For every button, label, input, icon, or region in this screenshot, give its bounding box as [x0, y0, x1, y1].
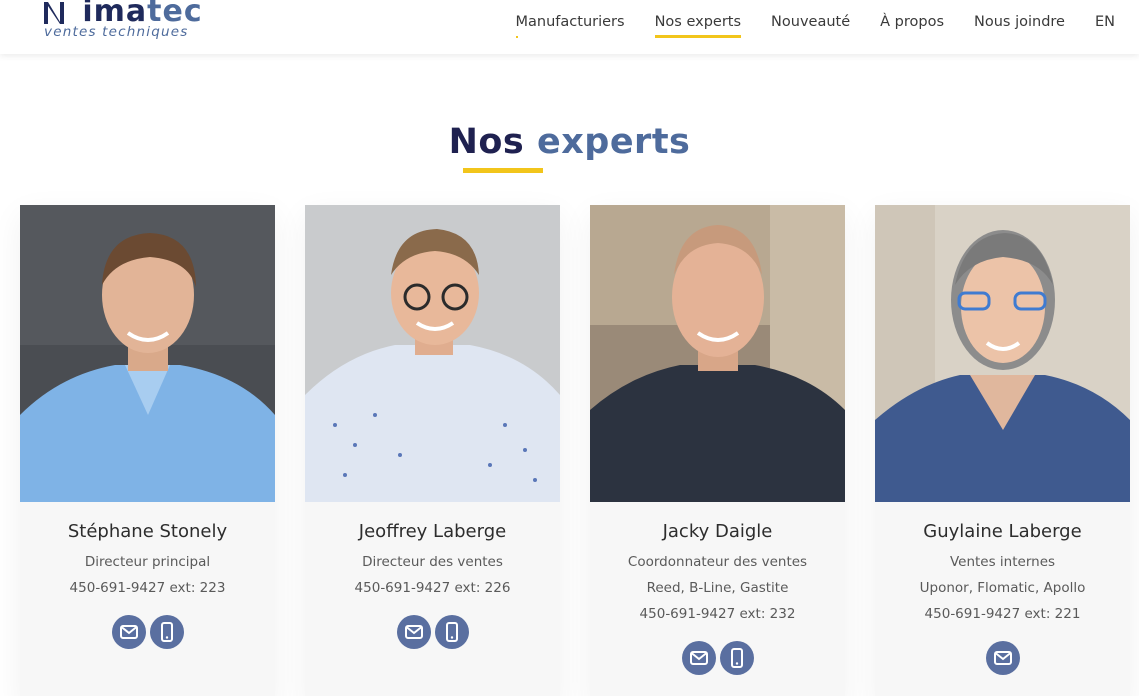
expert-photo — [305, 205, 560, 502]
expert-brands: Reed, B-Line, Gastite — [646, 580, 789, 596]
expert-name: Guylaine Laberge — [923, 521, 1082, 542]
phone-button[interactable] — [434, 615, 469, 649]
nav-nous-joindre[interactable]: Nous joindre — [974, 14, 1065, 30]
expert-phone: 450-691-9427 ext: 226 — [354, 580, 511, 596]
expert-photo — [20, 205, 275, 502]
expert-role: Coordonnateur des ventes — [627, 554, 808, 570]
section-title: Nos experts — [0, 122, 1139, 162]
email-button[interactable] — [681, 641, 716, 675]
nav-a-propos[interactable]: À propos — [880, 14, 944, 30]
expert-role: Directeur des ventes — [362, 554, 503, 570]
section-title-part2: experts — [536, 122, 691, 162]
nav-nouveaute[interactable]: Nouveauté — [771, 14, 850, 30]
phone-button[interactable] — [719, 641, 754, 675]
mobile-phone-icon — [445, 622, 458, 642]
expert-name: Jacky Daigle — [662, 521, 773, 542]
title-underline — [463, 168, 543, 173]
email-button[interactable] — [111, 615, 146, 649]
logo-tagline: ventes techniques — [44, 24, 189, 40]
expert-card-jeoffrey-laberge: Jeoffrey Laberge Directeur des ventes 45… — [305, 205, 560, 696]
expert-role: Ventes internes — [949, 554, 1056, 570]
expert-photo — [590, 205, 845, 502]
expert-contact-icons — [20, 615, 275, 649]
mobile-phone-icon — [730, 648, 743, 668]
expert-phone: 450-691-9427 ext: 223 — [69, 580, 226, 596]
nimatec-logo[interactable]: nnimaimatec ventes techniques — [42, 0, 222, 44]
email-button[interactable] — [396, 615, 431, 649]
main-nav: Manufacturiers Nos experts Nouveauté À p… — [486, 0, 1115, 44]
envelope-icon — [404, 625, 423, 639]
expert-role: Directeur principal — [84, 554, 211, 570]
expert-contact-icons — [305, 615, 560, 649]
phone-button[interactable] — [149, 615, 184, 649]
site-header: nnimaimatec ventes techniques Manufactur… — [0, 0, 1139, 54]
expert-photo — [875, 205, 1130, 502]
expert-contact-icons — [875, 641, 1130, 675]
expert-contact-icons — [590, 641, 845, 675]
expert-name: Jeoffrey Laberge — [358, 521, 507, 542]
envelope-icon — [689, 651, 708, 665]
envelope-icon — [119, 625, 138, 639]
nav-nos-experts[interactable]: Nos experts — [654, 14, 742, 38]
nav-language-en[interactable]: EN — [1095, 14, 1115, 30]
section-title-part1: Nos — [448, 122, 525, 162]
expert-card-guylaine-laberge: Guylaine Laberge Ventes internes Uponor,… — [875, 205, 1130, 696]
expert-name: Stéphane Stonely — [67, 521, 228, 542]
expert-card-jacky-daigle: Jacky Daigle Coordonnateur des ventes Re… — [590, 205, 845, 696]
expert-phone: 450-691-9427 ext: 221 — [924, 606, 1081, 622]
expert-phone: 450-691-9427 ext: 232 — [639, 606, 796, 622]
envelope-icon — [993, 651, 1012, 665]
mobile-phone-icon — [160, 622, 173, 642]
expert-card-stephane-stonely: Stéphane Stonely Directeur principal 450… — [20, 205, 275, 696]
nav-manufacturiers[interactable]: Manufacturiers — [515, 14, 625, 38]
expert-brands: Uponor, Flomatic, Apollo — [919, 580, 1086, 596]
email-button[interactable] — [985, 641, 1020, 675]
